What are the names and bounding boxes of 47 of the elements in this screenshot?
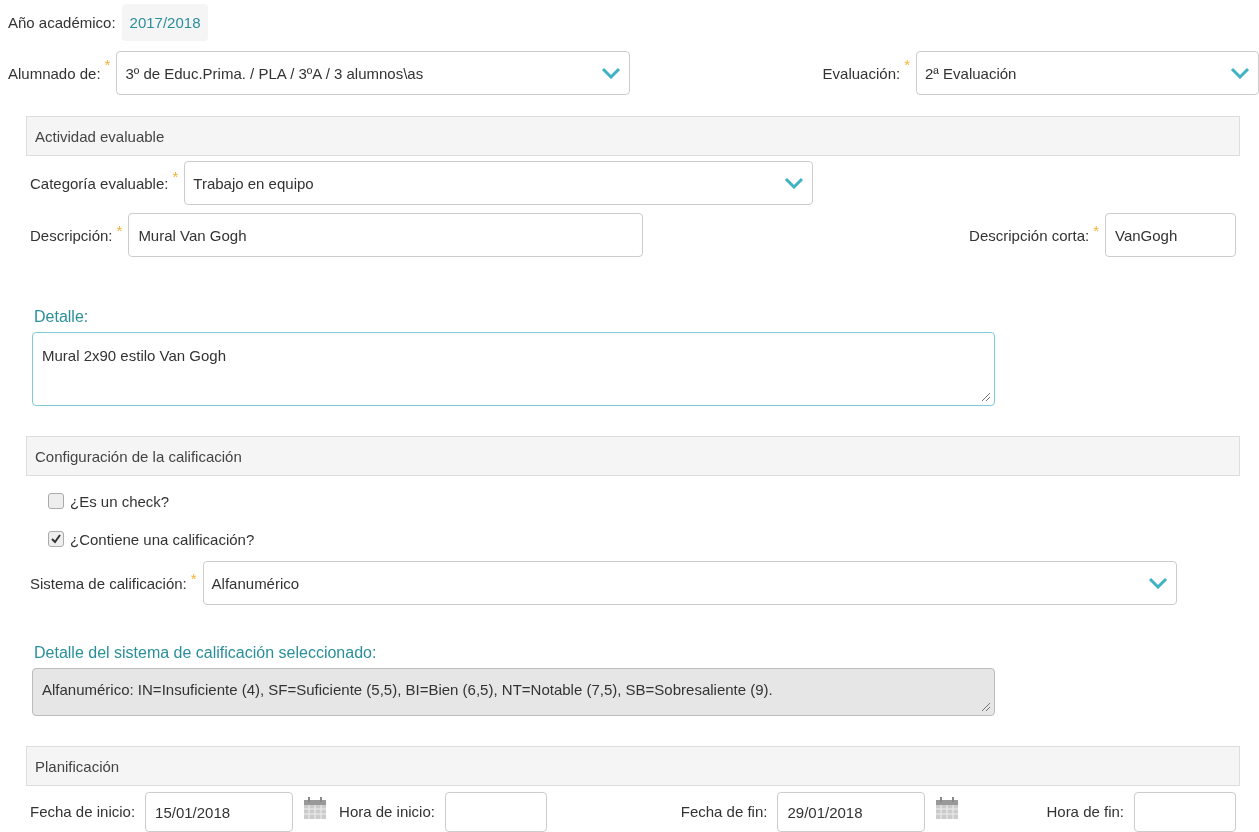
section-title: Planificación [35,757,120,775]
field-label: Sistema de calificación: [30,574,187,592]
field-label: Año académico: [8,13,116,31]
field-label: Hora de inicio: [339,803,435,820]
chevron-down-icon [1230,67,1250,79]
field-label: Fecha de inicio: [30,803,136,820]
dropdown-field[interactable]: Alfanumérico [202,561,1177,605]
checkbox[interactable] [48,531,64,547]
chevron-down-icon [784,177,805,189]
required-asterisk: * [904,56,910,73]
required-asterisk: * [104,56,111,73]
field-label: Descripción corta: [969,226,1090,244]
required-asterisk: * [116,222,123,239]
field-label: Fecha de fin: [680,803,768,820]
time-field[interactable] [444,792,547,832]
text-area: Alfanumérico: IN=Insuficiente (4), SF=Suficiente (5,5), BI=Bien (6,5), NT=Notable (7,5), SB=Sobresaliente (9). [32,668,995,716]
calendar-icon[interactable] [935,796,960,820]
field-label: Alumnado de: [8,64,101,82]
date-field[interactable]: 15/01/2018 [145,792,294,832]
text-field[interactable]: VanGogh [1105,213,1236,257]
chevron-down-icon [601,67,622,79]
text-field[interactable]: Mural Van Gogh [128,213,644,257]
checkbox[interactable] [48,493,64,509]
field-label: Categoría evaluable: [30,174,169,192]
dropdown-field[interactable]: 2ª Evaluación [916,51,1259,95]
date-field[interactable]: 29/01/2018 [777,792,926,832]
time-field[interactable] [1134,792,1236,832]
academic-year-value: 2017/2018 [121,3,209,41]
resize-grip-icon [981,702,991,712]
field-label: Evaluación: [822,64,901,82]
resize-grip-icon [981,392,991,402]
required-asterisk: * [190,570,197,587]
field-label: Hora de fin: [1046,803,1124,820]
section-title: Configuración de la calificación [35,447,242,465]
chevron-down-icon [1147,577,1168,589]
checkbox-label: ¿Contiene una calificación? [70,530,255,548]
dropdown-field[interactable]: Trabajo en equipo [184,161,814,205]
text-area[interactable]: Mural 2x90 estilo Van Gogh [32,332,995,406]
field-label: Detalle del sistema de calificación seleccionado: [34,644,378,662]
required-asterisk: * [172,168,179,185]
field-label: Descripción: [30,226,113,244]
field-label: Detalle: [34,308,90,326]
calendar-icon[interactable] [303,796,328,820]
checkbox-label: ¿Es un check? [70,492,170,510]
dropdown-field[interactable]: 3º de Educ.Prima. / PLA / 3ºA / 3 alumnos\as [116,51,631,95]
section-title: Actividad evaluable [35,127,165,145]
required-asterisk: * [1093,222,1099,239]
